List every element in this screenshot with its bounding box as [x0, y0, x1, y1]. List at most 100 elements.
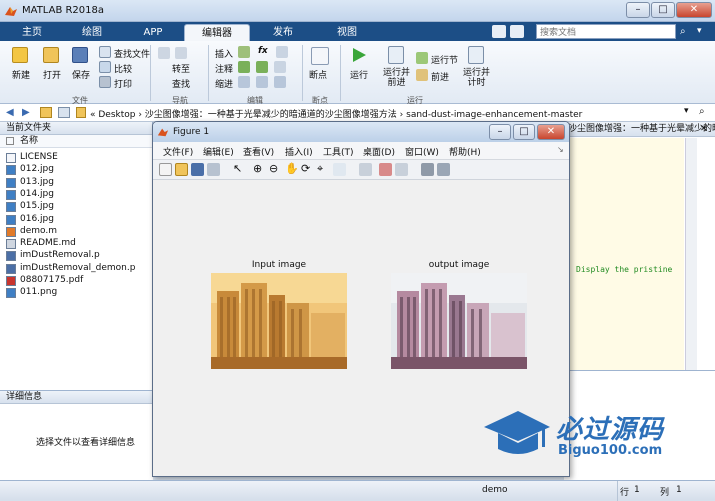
comment-button[interactable]: 注释: [215, 62, 233, 75]
search-documentation-input[interactable]: [536, 24, 676, 39]
menu-view[interactable]: 查看(V): [243, 145, 274, 158]
figure-minimize-button[interactable]: –: [489, 124, 511, 140]
breakpoints-button[interactable]: 断点: [309, 68, 327, 81]
legend-icon[interactable]: [395, 163, 408, 176]
quick-access-undo-icon[interactable]: [510, 25, 524, 38]
file-list-item[interactable]: 013.jpg: [20, 177, 54, 187]
run-section-button[interactable]: 运行节: [431, 53, 458, 66]
show-tools-icon[interactable]: [437, 163, 450, 176]
find-button[interactable]: 查找: [172, 77, 190, 90]
run-icon[interactable]: [350, 46, 368, 67]
file-list-item[interactable]: 012.jpg: [20, 164, 54, 174]
menu-insert[interactable]: 插入(I): [285, 145, 313, 158]
file-list-item[interactable]: LICENSE: [20, 152, 58, 162]
menu-dock-arrow-icon[interactable]: ↘: [557, 145, 564, 154]
search-folder-icon[interactable]: ⌕: [699, 106, 705, 117]
pointer-icon[interactable]: ↖: [233, 163, 246, 176]
compare-button[interactable]: 比较: [114, 62, 132, 75]
brush-icon[interactable]: [333, 163, 346, 176]
forward-nav-icon[interactable]: [175, 47, 187, 59]
tab-view[interactable]: 视图: [316, 24, 378, 41]
checkbox-column-icon[interactable]: [6, 137, 14, 145]
percent-icon[interactable]: [256, 61, 268, 73]
path-dropdown-icon[interactable]: ▾: [684, 106, 689, 116]
menu-help[interactable]: 帮助(H): [449, 145, 481, 158]
back-nav-icon[interactable]: [158, 47, 170, 59]
run-and-advance-button[interactable]: 运行并 前进: [383, 68, 410, 88]
tab-home[interactable]: 主页: [4, 24, 60, 41]
insert-more-icon[interactable]: [276, 46, 288, 58]
figure-close-button[interactable]: ✕: [537, 124, 565, 140]
hide-tools-icon[interactable]: [421, 163, 434, 176]
close-button[interactable]: ✕: [676, 2, 712, 18]
save-figure-icon[interactable]: [191, 163, 204, 176]
open-file-icon[interactable]: [175, 163, 188, 176]
zoom-out-icon[interactable]: ⊖: [269, 163, 282, 176]
file-list-item[interactable]: imDustRemoval.p: [20, 250, 100, 260]
menu-edit[interactable]: 编辑(E): [203, 145, 234, 158]
colorbar-icon[interactable]: [379, 163, 392, 176]
editor-tab-title[interactable]: 沙尘图像增强：一种基于光晕减少的暗通道的沙尘图像增...: [564, 122, 715, 137]
up-folder-icon[interactable]: [40, 107, 52, 118]
insert-button[interactable]: 插入: [215, 47, 233, 60]
smart-indent-icon[interactable]: [238, 76, 250, 88]
advance-button[interactable]: 前进: [431, 70, 449, 83]
file-list-item[interactable]: 011.png: [20, 287, 57, 297]
new-button[interactable]: 新建: [12, 68, 30, 81]
run-section-icon[interactable]: [416, 52, 428, 64]
search-icon[interactable]: ⌕: [680, 26, 686, 37]
run-advance-icon[interactable]: [388, 46, 404, 64]
maximize-button[interactable]: □: [651, 2, 675, 18]
find-files-button[interactable]: 查找文件: [114, 47, 150, 60]
quick-access-save-icon[interactable]: [492, 25, 506, 38]
back-arrow-icon[interactable]: ◀: [6, 107, 14, 118]
insert-section-icon[interactable]: [238, 46, 250, 58]
goto-button[interactable]: 转至: [172, 62, 190, 75]
new-figure-icon[interactable]: [159, 163, 172, 176]
find-files-icon[interactable]: [99, 46, 111, 58]
file-list-item[interactable]: 014.jpg: [20, 189, 54, 199]
collapse-ribbon-icon[interactable]: ▾: [697, 26, 702, 36]
minimize-button[interactable]: –: [626, 2, 650, 18]
link-plot-icon[interactable]: [359, 163, 372, 176]
print-button[interactable]: 打印: [114, 77, 132, 90]
current-path[interactable]: « Desktop › 沙尘图像增强：一种基于光晕减少的暗通道的沙尘图像增强方法…: [90, 107, 582, 120]
run-button[interactable]: 运行: [350, 68, 368, 81]
tab-editor[interactable]: 编辑器: [184, 24, 250, 41]
menu-desktop[interactable]: 桌面(D): [363, 145, 395, 158]
forward-arrow-icon[interactable]: ▶: [22, 107, 30, 118]
increase-indent-icon[interactable]: [256, 76, 268, 88]
menu-tools[interactable]: 工具(T): [323, 145, 354, 158]
file-list-item[interactable]: 015.jpg: [20, 201, 54, 211]
file-list-item[interactable]: demo.m: [20, 226, 57, 236]
data-cursor-icon[interactable]: ⌖: [317, 163, 330, 176]
code-area[interactable]: [564, 138, 684, 370]
file-list-item[interactable]: README.md: [20, 238, 76, 248]
new-icon[interactable]: [12, 47, 28, 63]
menu-window[interactable]: 窗口(W): [405, 145, 439, 158]
editor-scrollbar[interactable]: [685, 138, 697, 370]
file-list-item[interactable]: 08807175.pdf: [20, 275, 83, 285]
browse-folder-icon[interactable]: [58, 107, 70, 118]
tab-apps[interactable]: APP: [124, 24, 182, 41]
figure-maximize-button[interactable]: □: [513, 124, 535, 140]
file-list-item[interactable]: imDustRemoval_demon.p: [20, 263, 135, 273]
compare-icon[interactable]: [99, 61, 111, 73]
comment-icon[interactable]: [238, 61, 250, 73]
rotate-3d-icon[interactable]: ⟳: [301, 163, 314, 176]
save-icon[interactable]: [72, 47, 88, 63]
pan-icon[interactable]: ✋: [285, 163, 299, 176]
tab-plots[interactable]: 绘图: [62, 24, 122, 41]
print-icon[interactable]: [99, 76, 111, 88]
editor-close-icon[interactable]: ✕: [700, 124, 708, 134]
name-column-header[interactable]: 名称: [20, 136, 38, 146]
file-list-item[interactable]: 016.jpg: [20, 214, 54, 224]
indent-button[interactable]: 缩进: [215, 77, 233, 90]
menu-file[interactable]: 文件(F): [163, 145, 193, 158]
print-figure-icon[interactable]: [207, 163, 220, 176]
decrease-indent-icon[interactable]: [274, 76, 286, 88]
run-and-time-button[interactable]: 运行并 计时: [463, 68, 490, 88]
fx-icon[interactable]: fx: [258, 46, 268, 56]
zoom-in-icon[interactable]: ⊕: [253, 163, 266, 176]
save-button[interactable]: 保存: [72, 68, 90, 81]
